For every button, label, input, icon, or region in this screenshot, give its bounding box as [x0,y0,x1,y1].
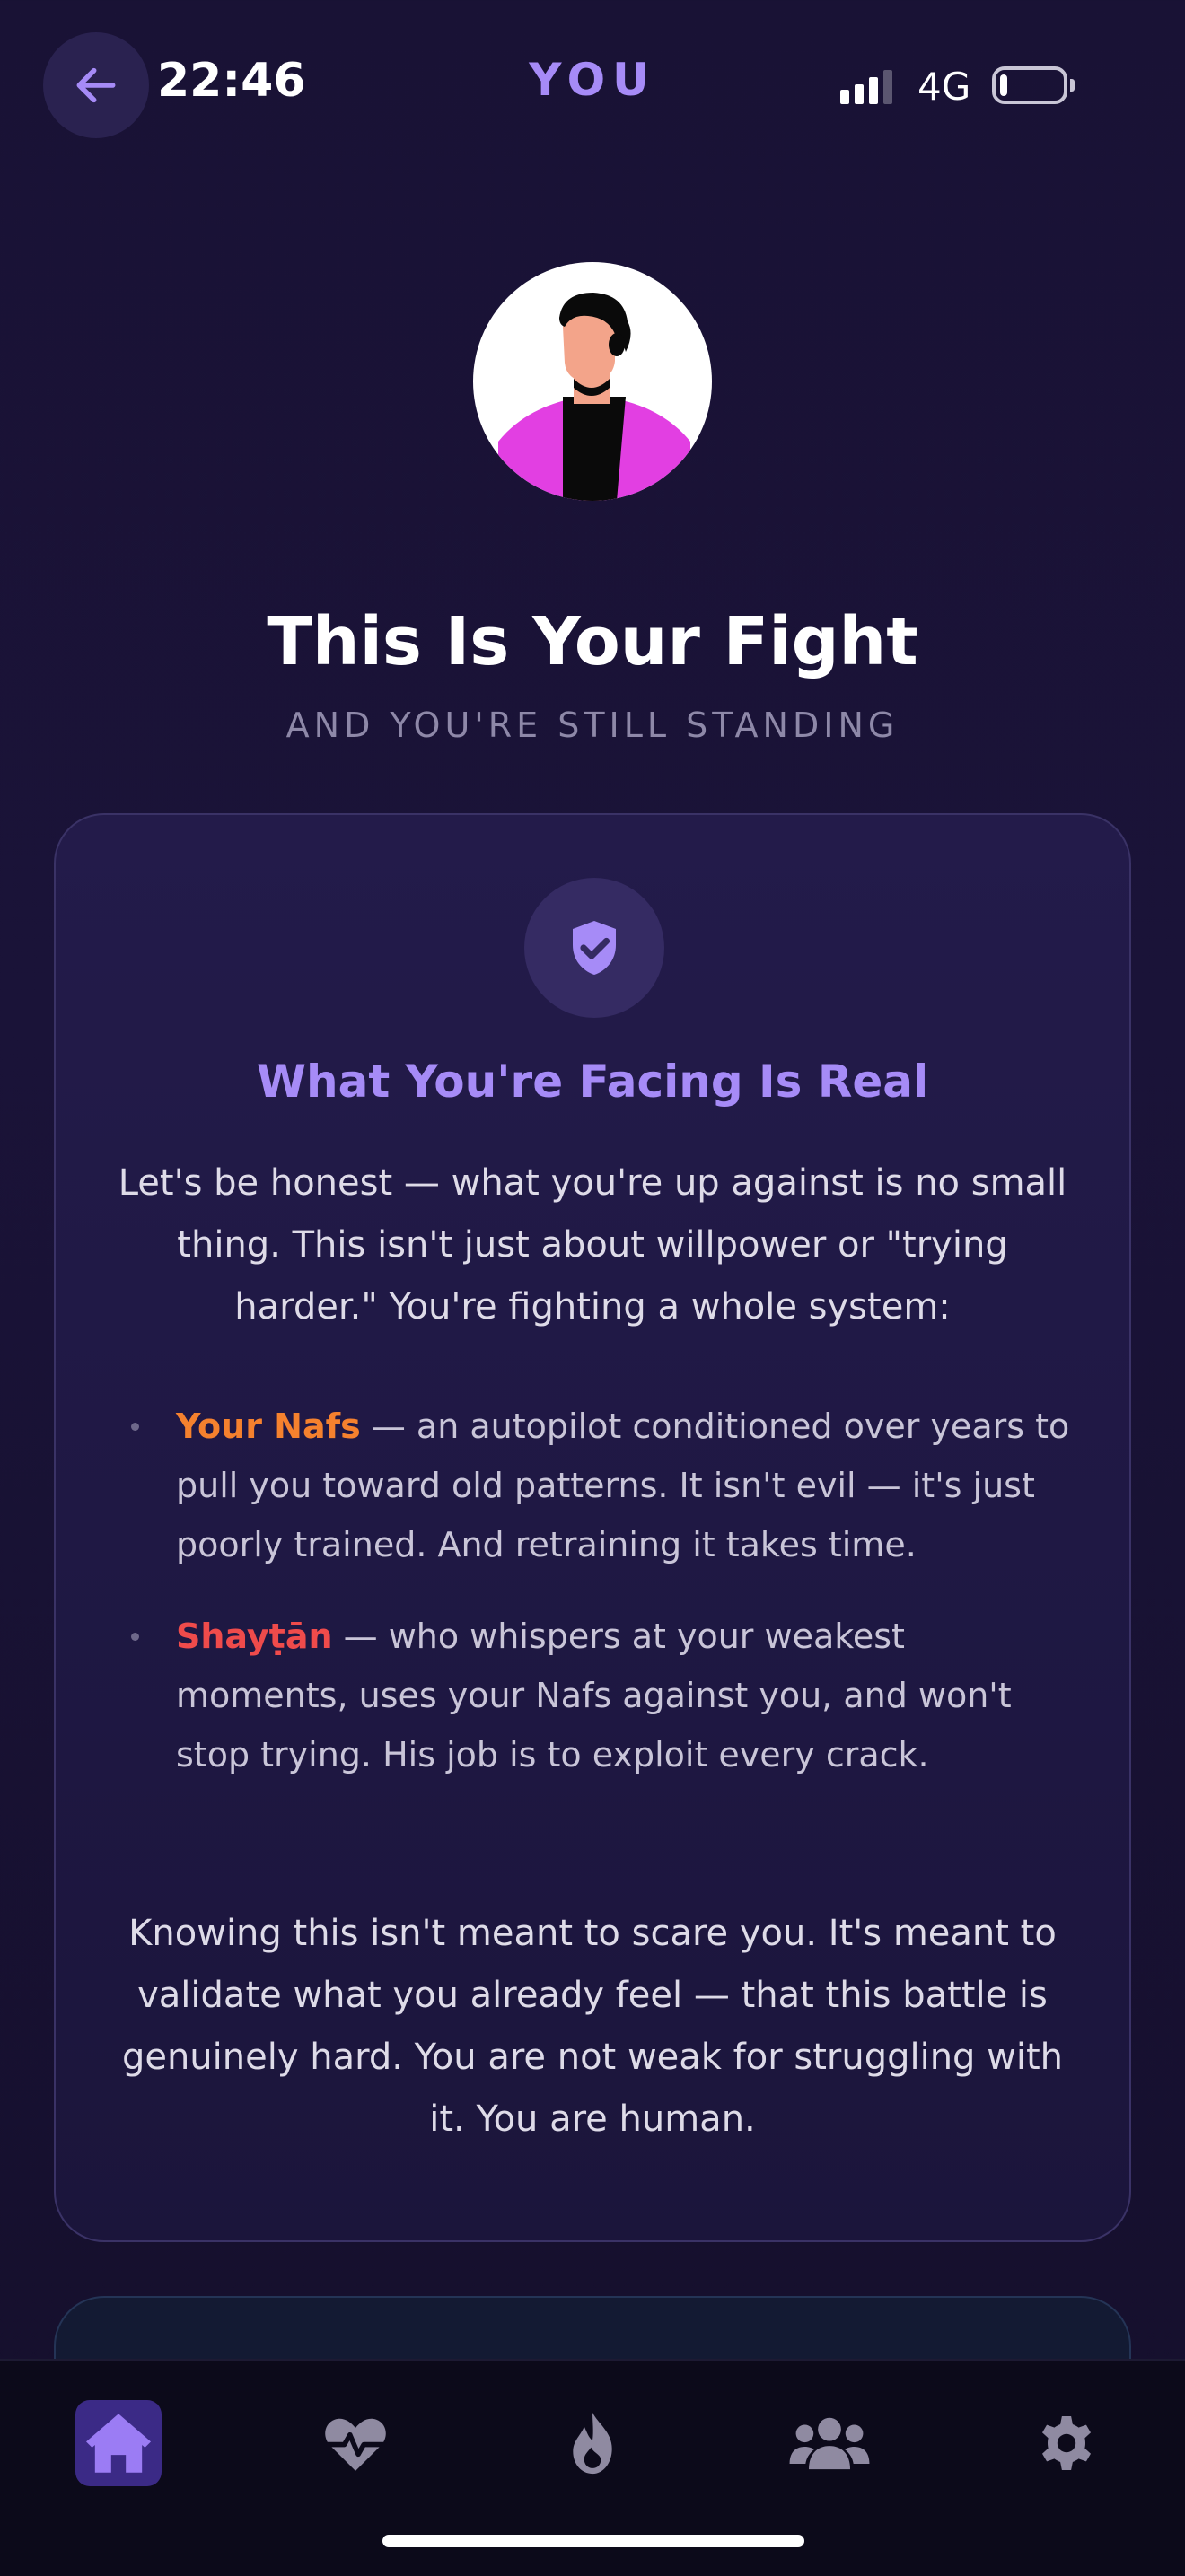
page-subtitle: AND YOU'RE STILL STANDING [285,705,900,745]
term-nafs: Your Nafs [176,1406,361,1446]
list-item-shaytan: Shayṭān — who whispers at your weakest m… [127,1607,1079,1784]
heart-pulse-icon [325,2418,386,2471]
card-intro-text: Let's be honest — what you're up against… [118,1162,1067,1327]
info-card: What You're Facing Is Real Let's be hone… [54,813,1131,2242]
home-indicator[interactable] [382,2535,804,2547]
tab-home[interactable] [75,2400,162,2486]
list-item-nafs: Your Nafs — an autopilot conditioned ove… [127,1397,1079,1574]
cellular-signal-icon [840,68,892,104]
network-type: 4G [917,65,971,109]
gear-icon [1042,2416,1091,2470]
bullet-list: Your Nafs — an autopilot conditioned ove… [127,1397,1079,1784]
battery-icon [992,66,1075,104]
tab-settings[interactable] [1023,2400,1110,2486]
bullet-dot-icon [131,1423,139,1431]
avatar [473,262,712,501]
flame-icon [573,2412,612,2475]
person-avatar-icon [498,293,690,501]
card-title: What You're Facing Is Real [256,1056,929,1108]
home-icon [86,2414,151,2473]
users-icon [789,2417,870,2470]
shield-check-icon [573,921,616,975]
tab-streak[interactable] [549,2400,636,2486]
card-closing-text: Knowing this isn't meant to scare you. I… [121,1913,1064,2140]
bullet-dot-icon [131,1633,139,1641]
tab-health[interactable] [312,2400,399,2486]
tab-community[interactable] [786,2400,873,2486]
term-shaytan: Shayṭān [176,1617,333,1656]
shield-badge [524,878,664,1018]
battery-level [1000,74,1007,96]
page-title: This Is Your Fight [267,603,918,680]
